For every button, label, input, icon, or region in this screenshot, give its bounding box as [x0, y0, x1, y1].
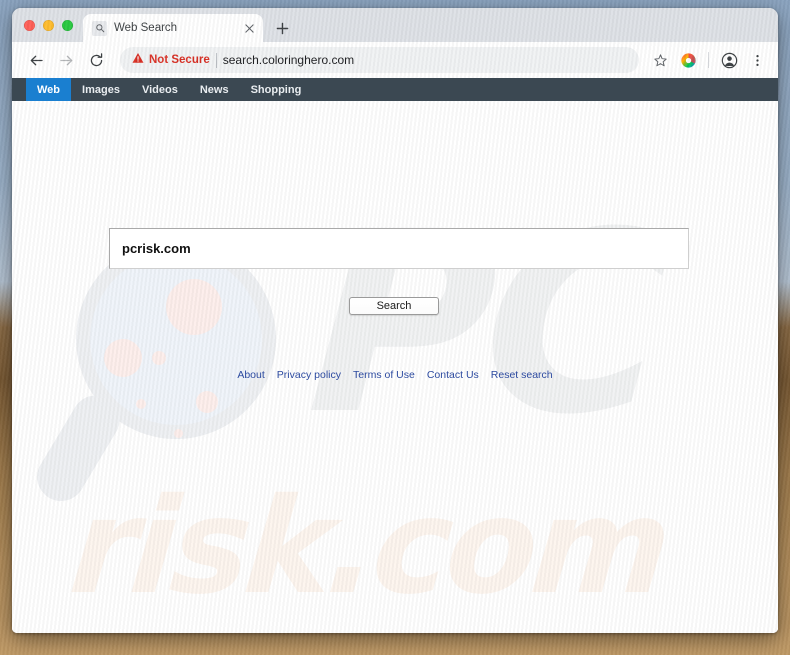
window-close-button[interactable] [24, 19, 35, 31]
footer-link-privacy-policy[interactable]: Privacy policy [277, 369, 341, 381]
nav-item-label: Web [37, 83, 61, 96]
footer-link-contact-us[interactable]: Contact Us [427, 369, 479, 381]
search-button[interactable]: Search [349, 297, 439, 315]
window-zoom-button[interactable] [62, 19, 73, 31]
warning-triangle-icon [132, 51, 144, 69]
forward-button[interactable] [52, 46, 80, 74]
risk-watermark-text: risk.com [63, 470, 674, 624]
nav-item-label: Images [82, 83, 120, 96]
window-traffic-lights [20, 8, 83, 42]
back-button[interactable] [22, 46, 50, 74]
address-bar[interactable]: Not Secure search.coloringhero.com [120, 47, 639, 73]
tab-title: Web Search [114, 22, 178, 34]
extension-colored-circle-icon[interactable] [675, 47, 701, 73]
web-page: Web Images Videos News Shopping PC risk.… [12, 78, 778, 633]
nav-item-label: Videos [141, 83, 178, 96]
tab-strip: Web Search [12, 8, 778, 42]
window-minimize-button[interactable] [43, 19, 54, 31]
nav-item-news[interactable]: News [189, 78, 240, 101]
reload-button[interactable] [82, 46, 110, 74]
nav-item-shopping[interactable]: Shopping [240, 78, 313, 101]
decorative-bubble [174, 429, 183, 438]
page-body: PC risk.com pcrisk.com Search About Priv… [12, 101, 778, 633]
profile-avatar-icon[interactable] [716, 47, 742, 73]
url-text: search.coloringhero.com [222, 53, 355, 67]
decorative-bubble [136, 399, 146, 409]
decorative-bubble [166, 279, 222, 335]
new-tab-button[interactable] [269, 15, 295, 41]
decorative-bubble [152, 351, 166, 365]
omnibox-divider [215, 52, 217, 68]
browser-window: Web Search Not Secure search.coloringher… [12, 8, 778, 633]
not-secure-indicator[interactable]: Not Secure [132, 51, 210, 69]
magnifier-lens-inner [90, 253, 262, 425]
search-icon [92, 20, 107, 36]
nav-item-label: Shopping [250, 83, 302, 96]
nav-item-label: News [199, 83, 229, 96]
search-input[interactable]: pcrisk.com [109, 228, 689, 269]
browser-toolbar: Not Secure search.coloringhero.com [12, 42, 778, 78]
browser-tab[interactable]: Web Search [83, 14, 263, 42]
nav-item-videos[interactable]: Videos [131, 78, 189, 101]
decorative-bubble [196, 391, 218, 413]
not-secure-label: Not Secure [149, 54, 210, 66]
close-icon[interactable] [241, 20, 257, 36]
footer-links: About Privacy policy Terms of Use Contac… [12, 369, 778, 381]
toolbar-divider [708, 52, 709, 68]
nav-item-images[interactable]: Images [71, 78, 131, 101]
nav-item-web[interactable]: Web [26, 78, 72, 101]
footer-link-reset-search[interactable]: Reset search [491, 369, 553, 381]
category-nav: Web Images Videos News Shopping [12, 78, 778, 101]
footer-link-terms-of-use[interactable]: Terms of Use [353, 369, 415, 381]
footer-link-about[interactable]: About [237, 369, 264, 381]
desktop-background: Web Search Not Secure search.coloringher… [0, 0, 790, 655]
browser-menu-icon[interactable] [744, 47, 770, 73]
bookmark-star-icon[interactable] [647, 47, 673, 73]
